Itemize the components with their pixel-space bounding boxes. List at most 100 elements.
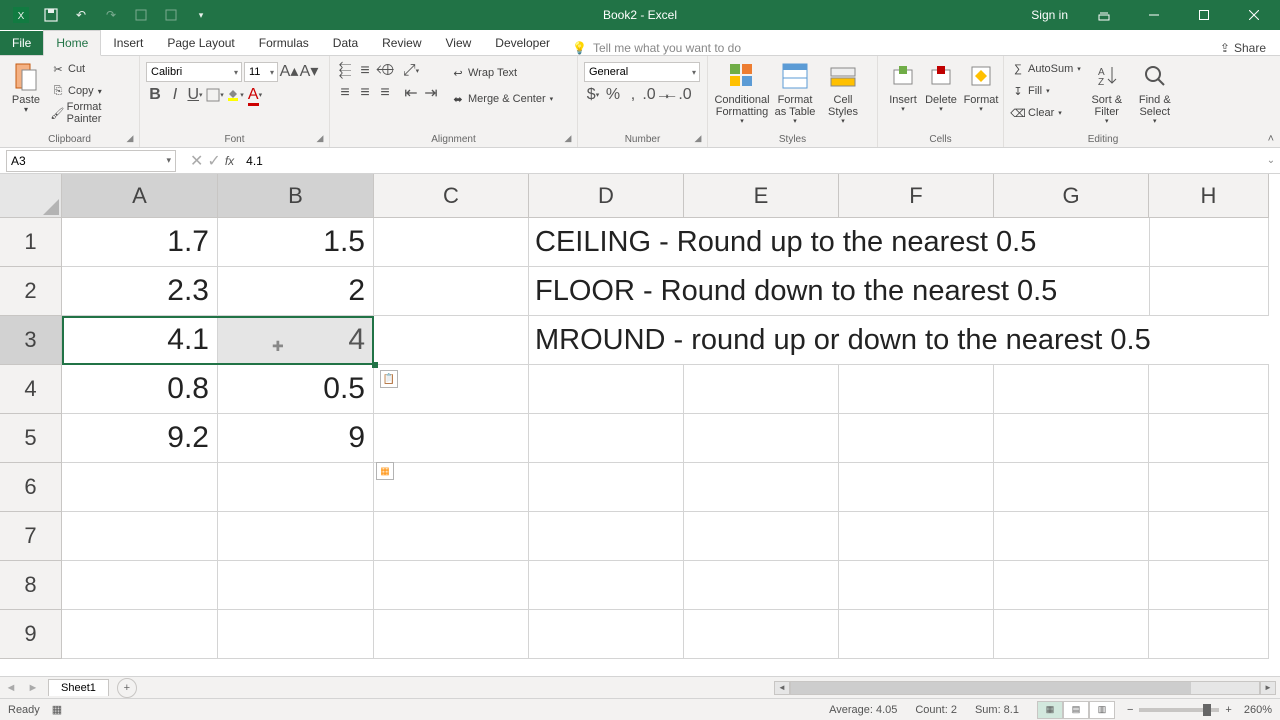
- zoom-out-button[interactable]: −: [1127, 704, 1133, 716]
- tab-data[interactable]: Data: [321, 31, 370, 55]
- qat-btn[interactable]: [158, 3, 184, 27]
- cell-C9[interactable]: [374, 610, 529, 659]
- comma-format-icon[interactable]: ,: [624, 86, 642, 104]
- cell-D4[interactable]: [529, 365, 684, 414]
- undo-icon[interactable]: ↶: [68, 3, 94, 27]
- cell-E8[interactable]: [684, 561, 839, 610]
- normal-view-icon[interactable]: ▦: [1037, 701, 1063, 719]
- fill-button[interactable]: ↧Fill▾: [1010, 80, 1081, 102]
- cell-H1[interactable]: [1149, 218, 1269, 267]
- number-format-combo[interactable]: General: [584, 62, 700, 82]
- row-header-7[interactable]: 7: [0, 512, 62, 561]
- cell-A7[interactable]: [62, 512, 218, 561]
- cell-G7[interactable]: [994, 512, 1149, 561]
- clear-button[interactable]: ⌫Clear▾: [1010, 102, 1081, 124]
- col-header-G[interactable]: G: [994, 174, 1149, 218]
- tab-file[interactable]: File: [0, 31, 43, 55]
- autosum-button[interactable]: ∑AutoSum▾: [1010, 58, 1081, 80]
- sheet-nav-next-icon[interactable]: ►: [22, 682, 44, 694]
- qat-customize-icon[interactable]: ▾: [188, 3, 214, 27]
- cell-D5[interactable]: [529, 414, 684, 463]
- tab-formulas[interactable]: Formulas: [247, 31, 321, 55]
- font-size-combo[interactable]: 11: [244, 62, 278, 82]
- spreadsheet-grid[interactable]: A B C D E F G H 1 2 3 4 5 6 7 8 9 1.7 1.…: [0, 174, 1280, 676]
- cell-A5[interactable]: 9.2: [62, 414, 218, 463]
- zoom-slider[interactable]: [1139, 708, 1219, 712]
- underline-button[interactable]: U▾: [186, 86, 204, 104]
- cell-E5[interactable]: [684, 414, 839, 463]
- col-header-B[interactable]: B: [218, 174, 374, 218]
- border-button[interactable]: ▾: [206, 86, 224, 104]
- cell-B7[interactable]: [218, 512, 374, 561]
- align-top-icon[interactable]: ⬱: [336, 62, 354, 80]
- cell-C5[interactable]: [374, 414, 529, 463]
- cell-D3[interactable]: MROUND - round up or down to the nearest…: [529, 316, 1269, 365]
- decrease-font-icon[interactable]: A▾: [300, 62, 318, 80]
- page-break-view-icon[interactable]: ▥: [1089, 701, 1115, 719]
- cell-F6[interactable]: [839, 463, 994, 512]
- cell-D2[interactable]: FLOOR - Round down to the nearest 0.5: [529, 267, 1149, 316]
- find-select-button[interactable]: Find & Select▾: [1133, 58, 1177, 128]
- signin-link[interactable]: Sign in: [1023, 8, 1076, 22]
- cell-G8[interactable]: [994, 561, 1149, 610]
- horizontal-scrollbar[interactable]: [790, 681, 1260, 695]
- minimize-button[interactable]: [1132, 0, 1176, 30]
- zoom-slider-knob[interactable]: [1203, 704, 1211, 716]
- align-center-icon[interactable]: ≡: [356, 84, 374, 102]
- format-cells-button[interactable]: Format▾: [960, 58, 1002, 116]
- cell-A1[interactable]: 1.7: [62, 218, 218, 267]
- cell-E4[interactable]: [684, 365, 839, 414]
- cell-D7[interactable]: [529, 512, 684, 561]
- wrap-text-button[interactable]: ↩Wrap Text: [450, 62, 553, 84]
- col-header-D[interactable]: D: [529, 174, 684, 218]
- cell-F7[interactable]: [839, 512, 994, 561]
- tab-home[interactable]: Home: [43, 30, 101, 56]
- cell-G5[interactable]: [994, 414, 1149, 463]
- accounting-format-icon[interactable]: $▾: [584, 86, 602, 104]
- collapse-ribbon-icon[interactable]: ˄: [1268, 133, 1274, 145]
- row-header-5[interactable]: 5: [0, 414, 62, 463]
- cancel-formula-icon[interactable]: ✕: [190, 151, 203, 171]
- cell-G9[interactable]: [994, 610, 1149, 659]
- cell-H9[interactable]: [1149, 610, 1269, 659]
- cell-styles-button[interactable]: Cell Styles▾: [820, 58, 866, 128]
- cell-F4[interactable]: [839, 365, 994, 414]
- tell-me-search[interactable]: 💡Tell me what you want to do: [572, 41, 1206, 55]
- delete-cells-button[interactable]: Delete▾: [922, 58, 960, 116]
- col-header-E[interactable]: E: [684, 174, 839, 218]
- cell-D1[interactable]: CEILING - Round up to the nearest 0.5: [529, 218, 1149, 267]
- cell-F8[interactable]: [839, 561, 994, 610]
- fx-icon[interactable]: fx: [225, 154, 234, 168]
- format-painter-button[interactable]: 🖌Format Painter: [50, 102, 133, 124]
- cell-H7[interactable]: [1149, 512, 1269, 561]
- cell-B4[interactable]: 0.5: [218, 365, 374, 414]
- cells-area[interactable]: 1.7 1.5 CEILING - Round up to the neares…: [62, 218, 1269, 659]
- col-header-H[interactable]: H: [1149, 174, 1269, 218]
- close-button[interactable]: [1232, 0, 1276, 30]
- format-as-table-button[interactable]: Format as Table▾: [770, 58, 820, 128]
- cell-F9[interactable]: [839, 610, 994, 659]
- row-header-8[interactable]: 8: [0, 561, 62, 610]
- cell-E9[interactable]: [684, 610, 839, 659]
- sort-filter-button[interactable]: AZSort & Filter▾: [1085, 58, 1129, 128]
- ribbon-display-icon[interactable]: [1082, 0, 1126, 30]
- cell-G6[interactable]: [994, 463, 1149, 512]
- cell-B5[interactable]: 9: [218, 414, 374, 463]
- expand-formula-bar-icon[interactable]: ⌄: [1262, 155, 1280, 166]
- decrease-indent-icon[interactable]: ⇤: [402, 84, 420, 102]
- cell-H5[interactable]: [1149, 414, 1269, 463]
- paste-options-icon[interactable]: 📋: [380, 370, 398, 388]
- cell-H6[interactable]: [1149, 463, 1269, 512]
- add-sheet-button[interactable]: +: [117, 678, 137, 698]
- tab-page-layout[interactable]: Page Layout: [155, 31, 246, 55]
- cell-A2[interactable]: 2.3: [62, 267, 218, 316]
- qat-btn[interactable]: [128, 3, 154, 27]
- italic-button[interactable]: I: [166, 86, 184, 104]
- percent-format-icon[interactable]: %: [604, 86, 622, 104]
- cell-B3[interactable]: 4: [218, 316, 374, 365]
- row-header-6[interactable]: 6: [0, 463, 62, 512]
- decrease-decimal-icon[interactable]: ←.0: [668, 86, 686, 104]
- conditional-formatting-button[interactable]: Conditional Formatting▾: [714, 58, 770, 128]
- align-right-icon[interactable]: ≡: [376, 84, 394, 102]
- sheet-tab[interactable]: Sheet1: [48, 679, 109, 696]
